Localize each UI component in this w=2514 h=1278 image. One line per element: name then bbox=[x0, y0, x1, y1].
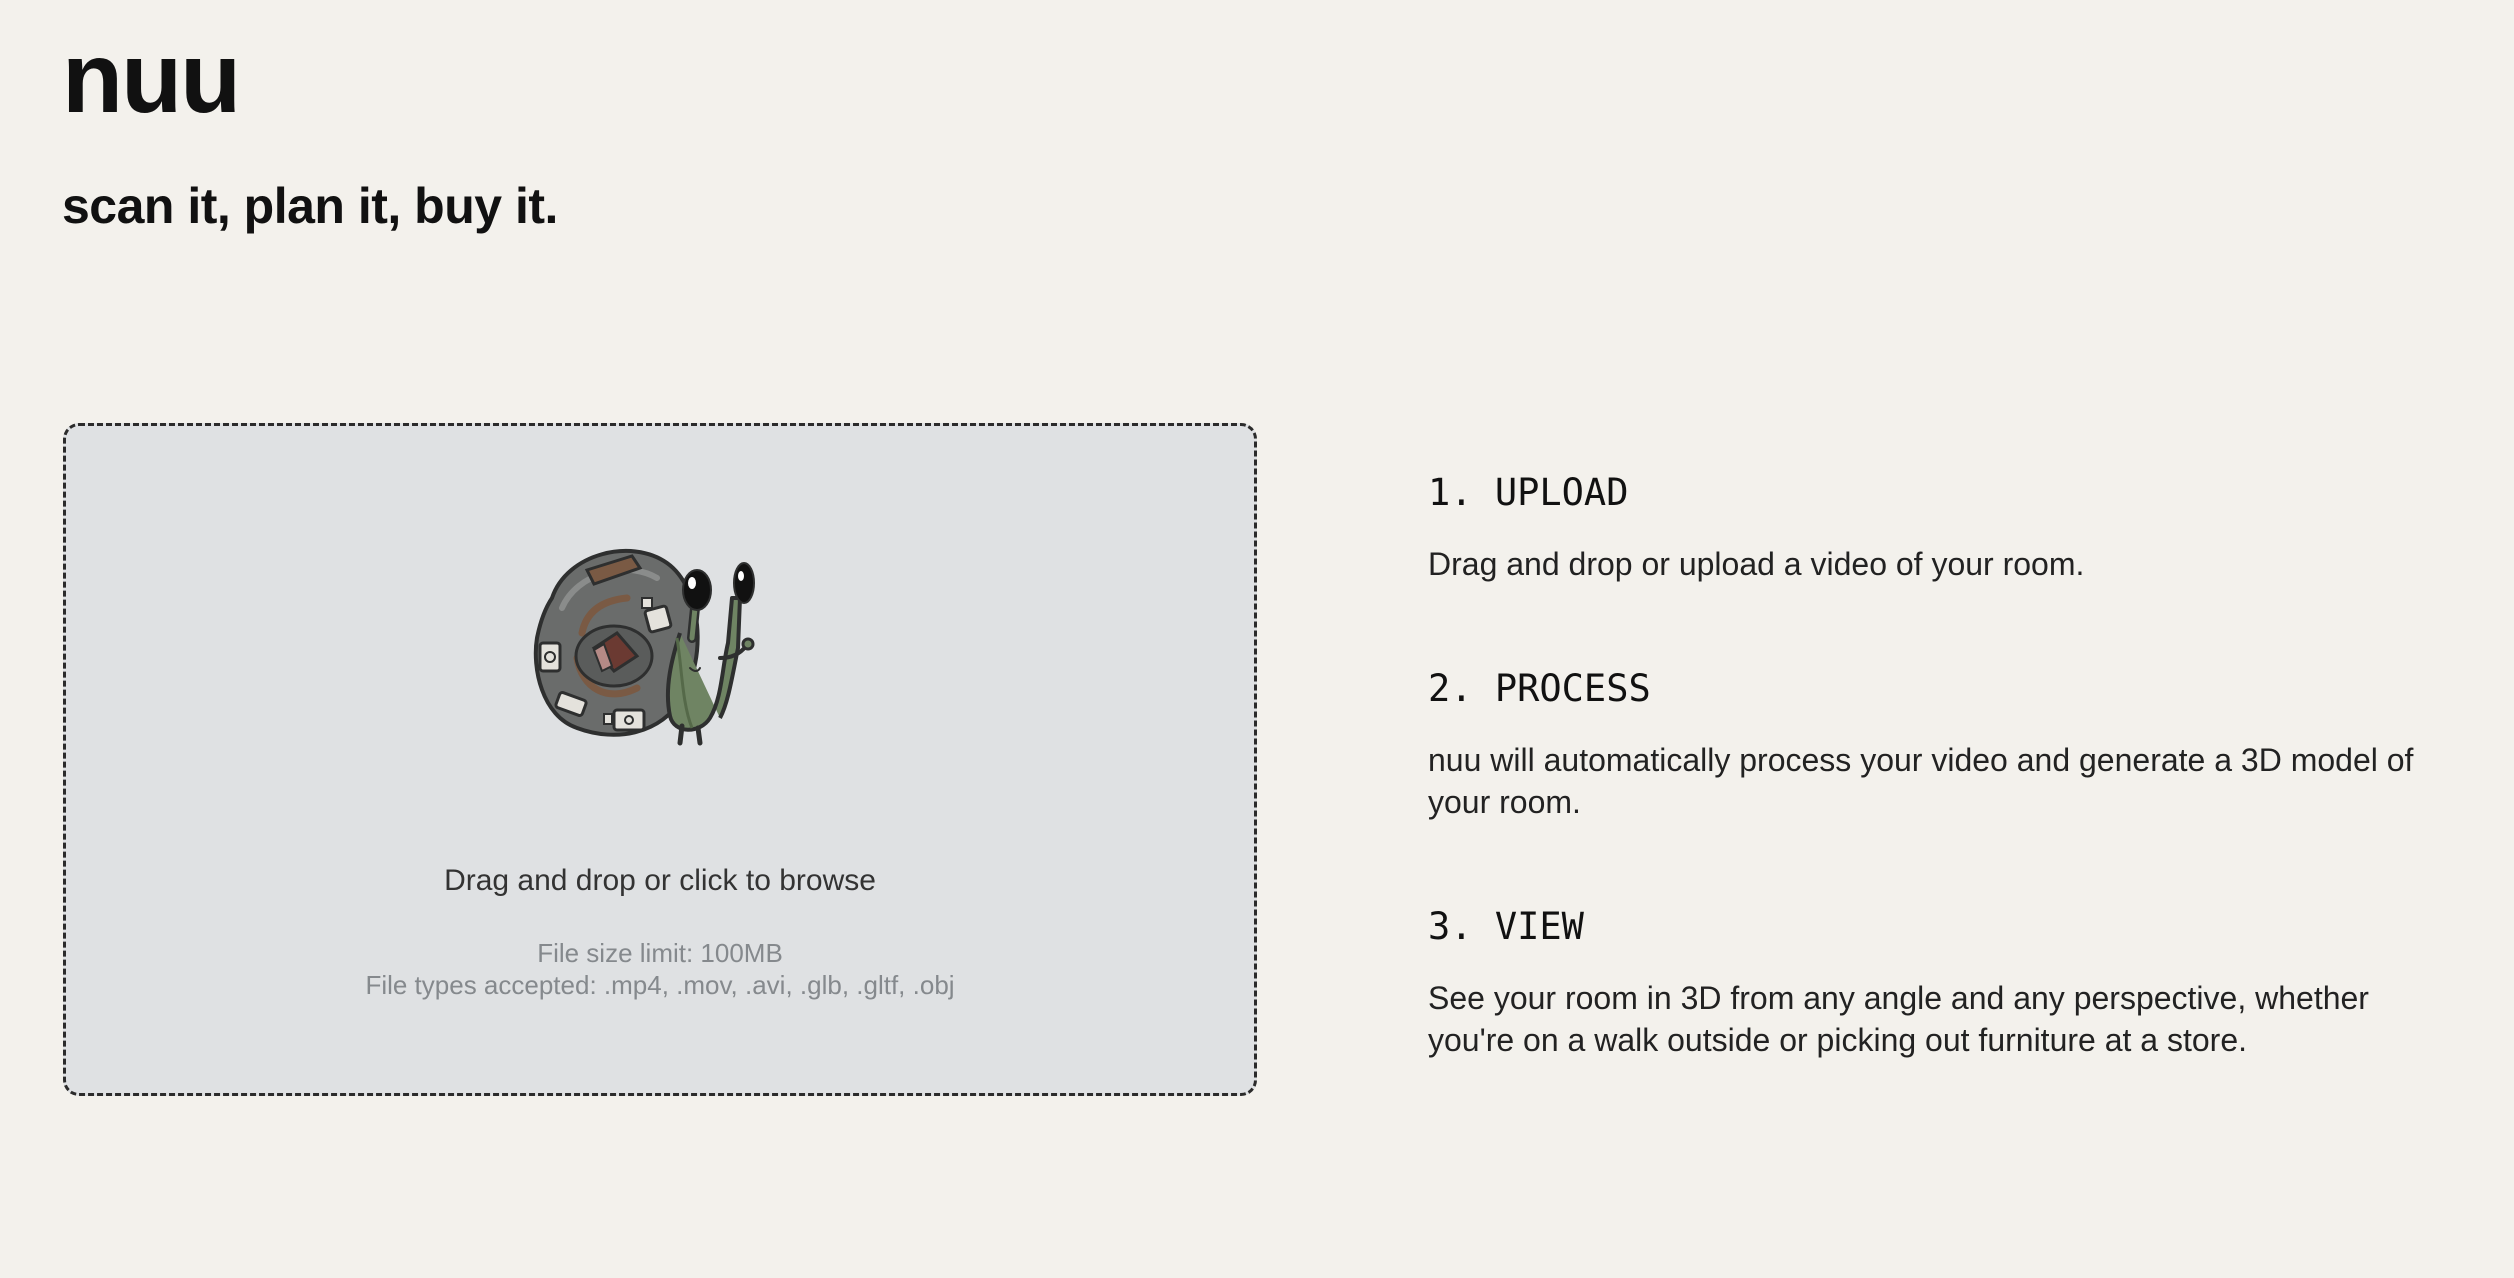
dropzone-prompt[interactable]: Drag and drop or click to browse bbox=[66, 861, 1254, 901]
step-upload-description: Drag and drop or upload a video of your … bbox=[1428, 546, 2085, 582]
snail-room-mascot-icon bbox=[533, 548, 755, 746]
tagline: scan it, plan it, buy it. bbox=[62, 178, 558, 234]
accepted-file-types: File types accepted: .mp4, .mov, .avi, .… bbox=[365, 970, 955, 1000]
brand-logo: nuu bbox=[62, 22, 241, 134]
step-view-description: See your room in 3D from any angle and a… bbox=[1428, 980, 2369, 1058]
step-process-description: nuu will automatically process your vide… bbox=[1428, 742, 2414, 820]
step-process-title: 2. PROCESS bbox=[1428, 667, 1651, 710]
step-view-title: 3. VIEW bbox=[1428, 905, 1584, 948]
step-upload-title: 1. UPLOAD bbox=[1428, 471, 1629, 514]
upload-dropzone[interactable]: Drag and drop or click to browse File si… bbox=[63, 423, 1257, 1096]
file-size-limit: File size limit: 100MB bbox=[537, 938, 783, 968]
